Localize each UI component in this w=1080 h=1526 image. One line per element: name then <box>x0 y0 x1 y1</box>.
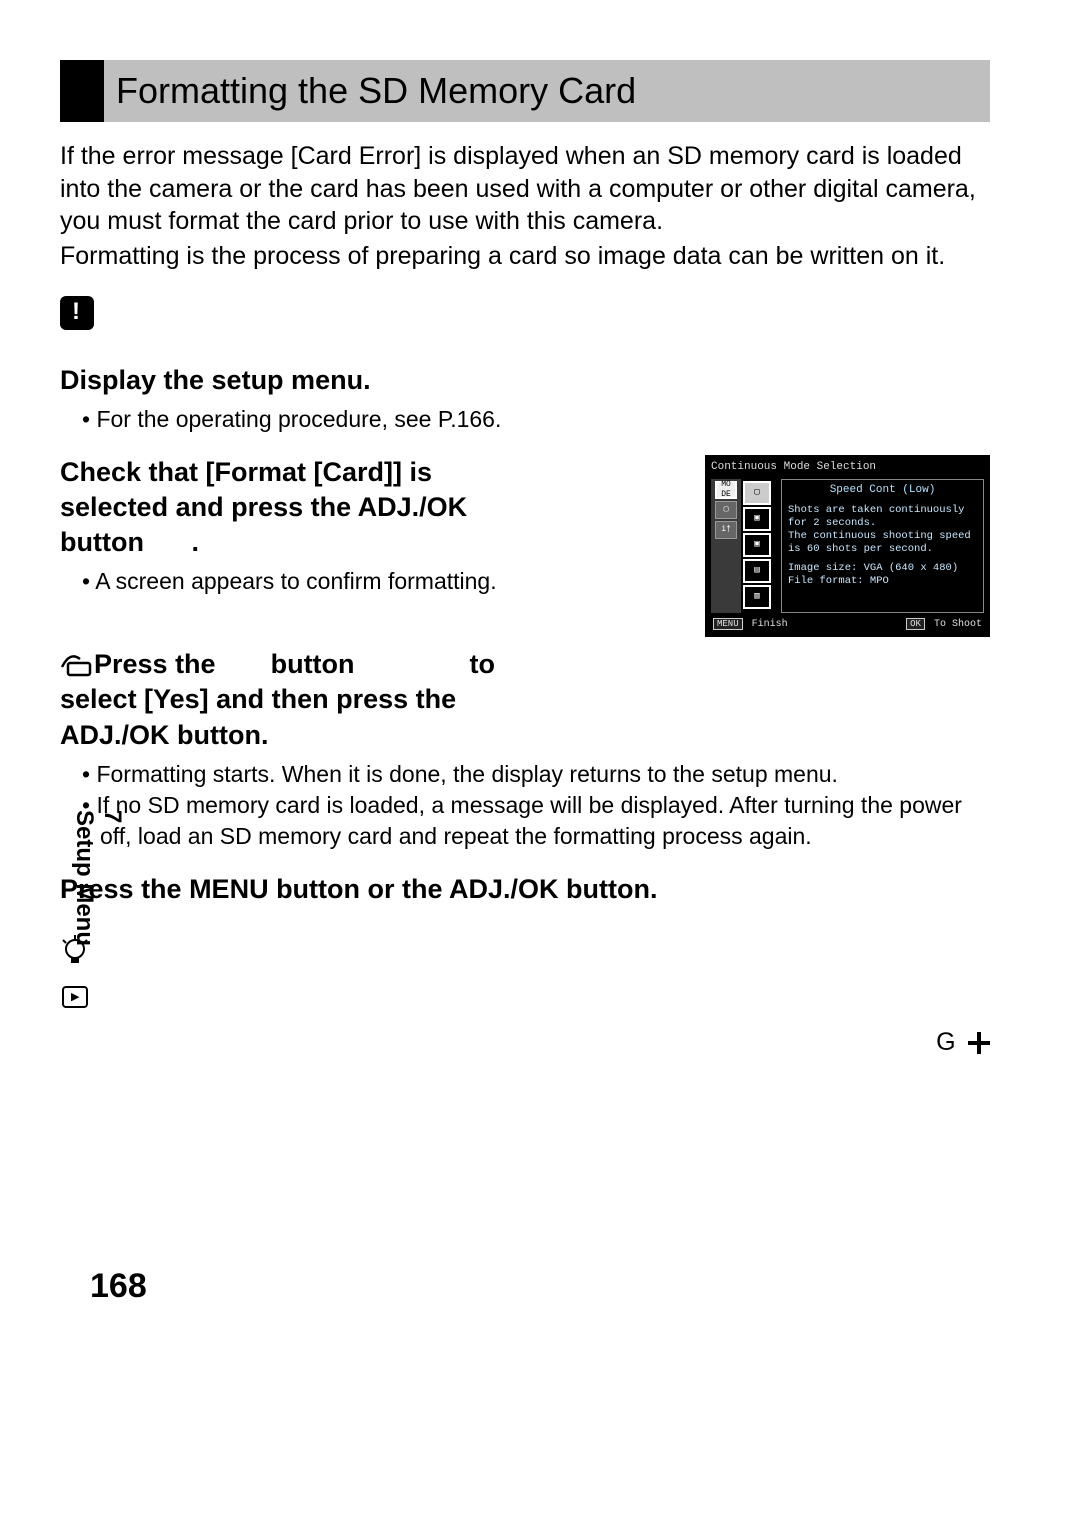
title-block-icon <box>60 60 104 122</box>
step-2: Continuous Mode Selection MODE ▢ i† ▢ ▣ … <box>60 455 990 597</box>
camera-info-panel: Speed Cont (Low) Shots are taken continu… <box>781 479 984 613</box>
caution-icon <box>60 296 94 330</box>
camera-mode-5: ▥ <box>743 585 771 609</box>
step-4-head: Press the MENU button or the ADJ./OK but… <box>60 874 658 904</box>
camera-mode-icons: ▢ ▣ ▣ ▤ ▥ <box>741 479 781 613</box>
step-3: Press the button to select [Yes] and the… <box>60 647 990 851</box>
camera-tab-2: ▢ <box>715 501 737 519</box>
camera-foot-left: MENU Finish <box>713 619 788 632</box>
step-2-head-b: . <box>191 527 199 557</box>
step-3-head-b: button <box>263 649 362 679</box>
step-1: 1 Display the setup menu. For the operat… <box>60 363 990 435</box>
chapter-number: 7 <box>99 810 126 823</box>
camera-mode-1: ▢ <box>743 481 771 505</box>
play-icon <box>62 986 88 1008</box>
intro-paragraph-2: Formatting is the process of preparing a… <box>60 240 990 273</box>
dpad-icon <box>968 1032 990 1054</box>
step-3-head-a: Press the <box>94 649 223 679</box>
camera-mode-2: ▣ <box>743 507 771 531</box>
camera-line-4: File format: MPO <box>788 575 977 588</box>
note-body: Move the write-protection switch on the … <box>60 980 990 1060</box>
step-2-sub: A screen appears to confirm formatting. <box>100 566 540 597</box>
section-title: Formatting the SD Memory Card <box>116 70 636 112</box>
manual-page: 7 Setup Menu 168 Formatting the SD Memor… <box>0 0 1080 1526</box>
intro-text: If the error message [Card Error] is dis… <box>60 140 990 272</box>
camera-line-1: Shots are taken continuously for 2 secon… <box>788 504 977 530</box>
intro-paragraph-1: If the error message [Card Error] is dis… <box>60 140 990 238</box>
camera-line-3: Image size: VGA (640 x 480) <box>788 562 977 575</box>
section-title-bar: Formatting the SD Memory Card <box>60 60 990 122</box>
camera-mode-4: ▤ <box>743 559 771 583</box>
step-1-head: Display the setup menu. <box>60 365 371 395</box>
ref-letter-g: G <box>936 1028 955 1056</box>
camera-line-2: The continuous shooting speed is 60 shot… <box>788 530 977 556</box>
camera-foot-right: OK To Shoot <box>906 619 982 632</box>
ok-button-label: OK <box>906 618 925 630</box>
note-block: Note Protecting your images from being d… <box>60 935 990 1060</box>
camera-tab-3: i† <box>715 521 737 539</box>
camera-mode-3: ▣ <box>743 533 771 557</box>
step-2-head-a: Check that [Format [Card]] is selected a… <box>60 457 467 557</box>
chapter-name: Setup Menu <box>71 810 98 946</box>
camera-left-tabs: MODE ▢ i† <box>711 479 741 613</box>
step-1-sub: For the operating procedure, see P.166. <box>100 404 990 435</box>
step-4: 4 Press the MENU button or the ADJ./OK b… <box>60 872 990 907</box>
caution-block: Caution If you format a card that still … <box>60 296 990 335</box>
step-3-sub-2: If no SD memory card is loaded, a messag… <box>100 790 990 852</box>
camera-tab-mode: MODE <box>715 481 737 499</box>
side-tab: 7 Setup Menu <box>70 810 126 946</box>
camera-screen-title: Continuous Mode Selection <box>711 461 984 475</box>
step-3-icon <box>60 653 94 677</box>
steps-list: 1 Display the setup menu. For the operat… <box>60 363 990 907</box>
camera-mode-name: Speed Cont (Low) <box>788 484 977 498</box>
page-number: 168 <box>90 1267 147 1306</box>
camera-screen: Continuous Mode Selection MODE ▢ i† ▢ ▣ … <box>705 455 990 637</box>
step-3-sub-1: Formatting starts. When it is done, the … <box>100 759 990 790</box>
menu-button-label: MENU <box>713 618 743 630</box>
